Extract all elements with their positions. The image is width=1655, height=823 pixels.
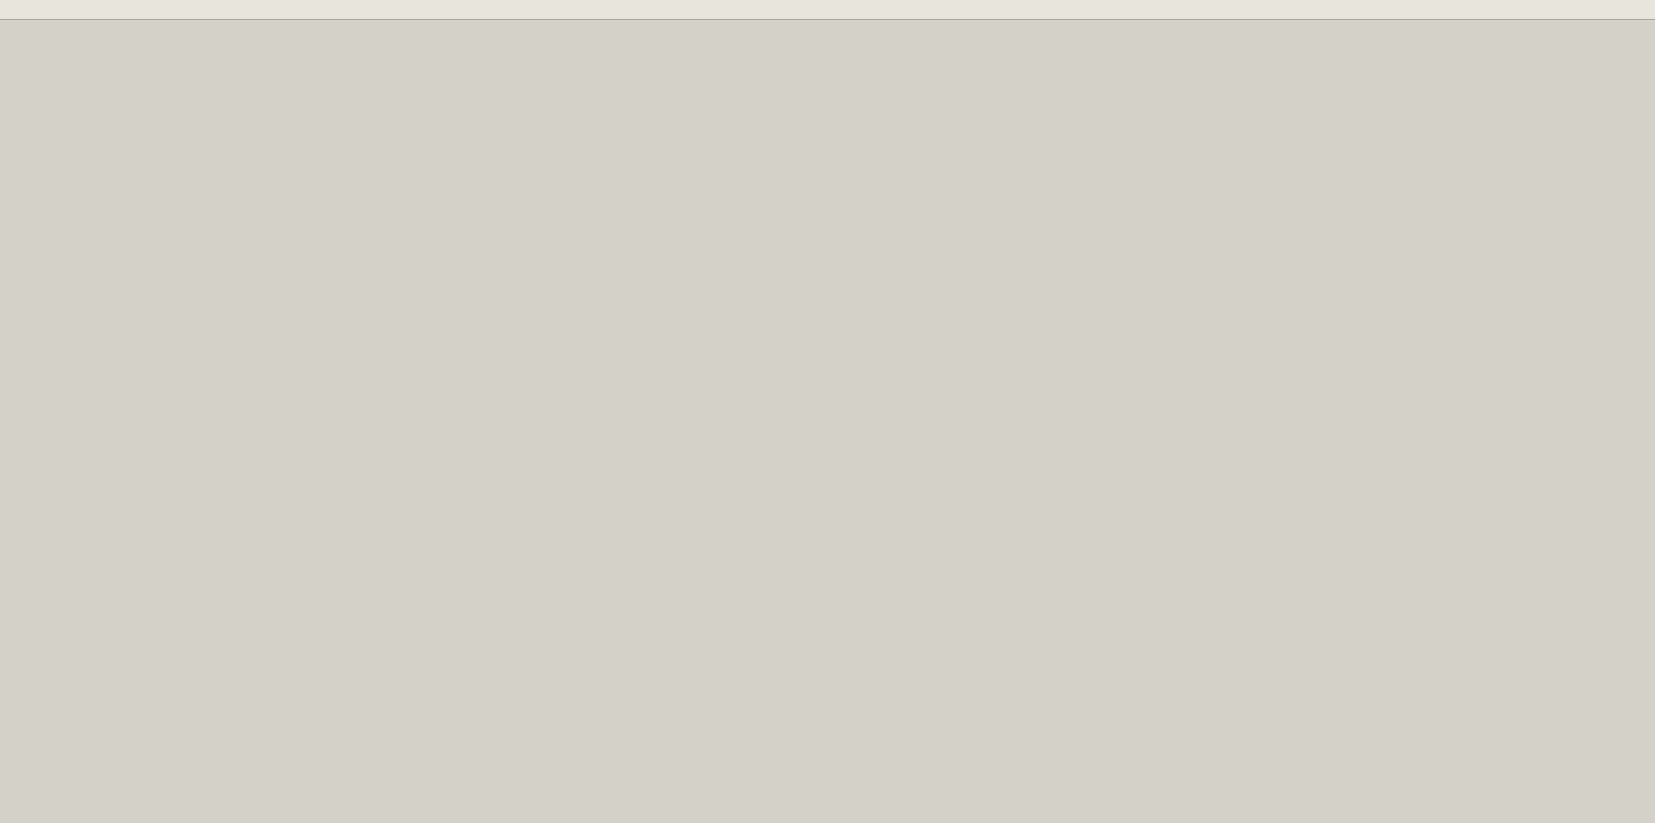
- toolbar: [0, 0, 1655, 20]
- chart-window: [0, 0, 1655, 823]
